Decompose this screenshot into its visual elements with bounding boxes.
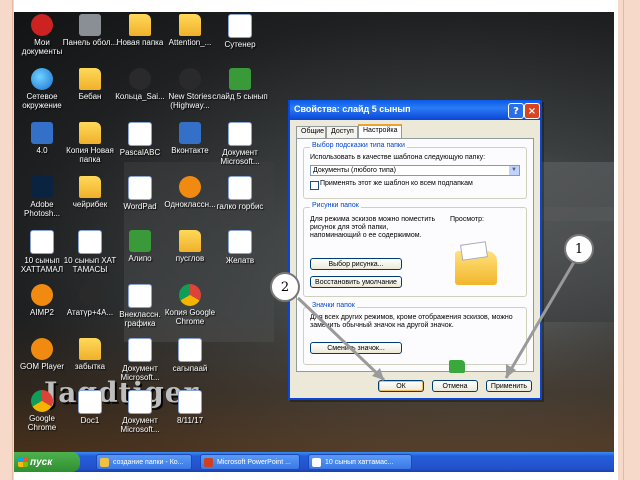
windows-logo-icon: [18, 457, 28, 467]
taskbar-item-label: Microsoft PowerPoint ...: [217, 459, 291, 466]
arrow-to-ok: [296, 296, 386, 382]
taskbar-item-label: создание папки - Ко...: [113, 459, 184, 466]
taskbar-item-document[interactable]: 10 сынып хаттамас...: [308, 454, 412, 470]
explorer-icon: [100, 458, 109, 467]
start-button[interactable]: пуск: [14, 452, 80, 472]
powerpoint-icon: [204, 458, 213, 467]
taskbar-item-label: 10 сынып хаттамас...: [325, 459, 394, 466]
slide-frame-right-line: [623, 0, 624, 480]
slide-frame-right: [618, 0, 640, 480]
arrow-to-apply: [504, 261, 576, 379]
desktop-screen: Jagdtiger Мои документы Панель обол... Нов…: [14, 12, 614, 472]
taskbar: пуск создание папки - Ко... Microsoft Po…: [14, 452, 614, 472]
callout-2: 2: [270, 272, 300, 302]
slide-frame-left-line: [12, 0, 13, 480]
taskbar-item-powerpoint[interactable]: Microsoft PowerPoint ...: [200, 454, 300, 470]
document-icon: [312, 458, 321, 467]
start-label: пуск: [30, 456, 53, 468]
taskbar-item-explorer[interactable]: создание папки - Ко...: [96, 454, 192, 470]
callout-arrows: [296, 261, 576, 382]
callout-1: 1: [564, 234, 594, 264]
